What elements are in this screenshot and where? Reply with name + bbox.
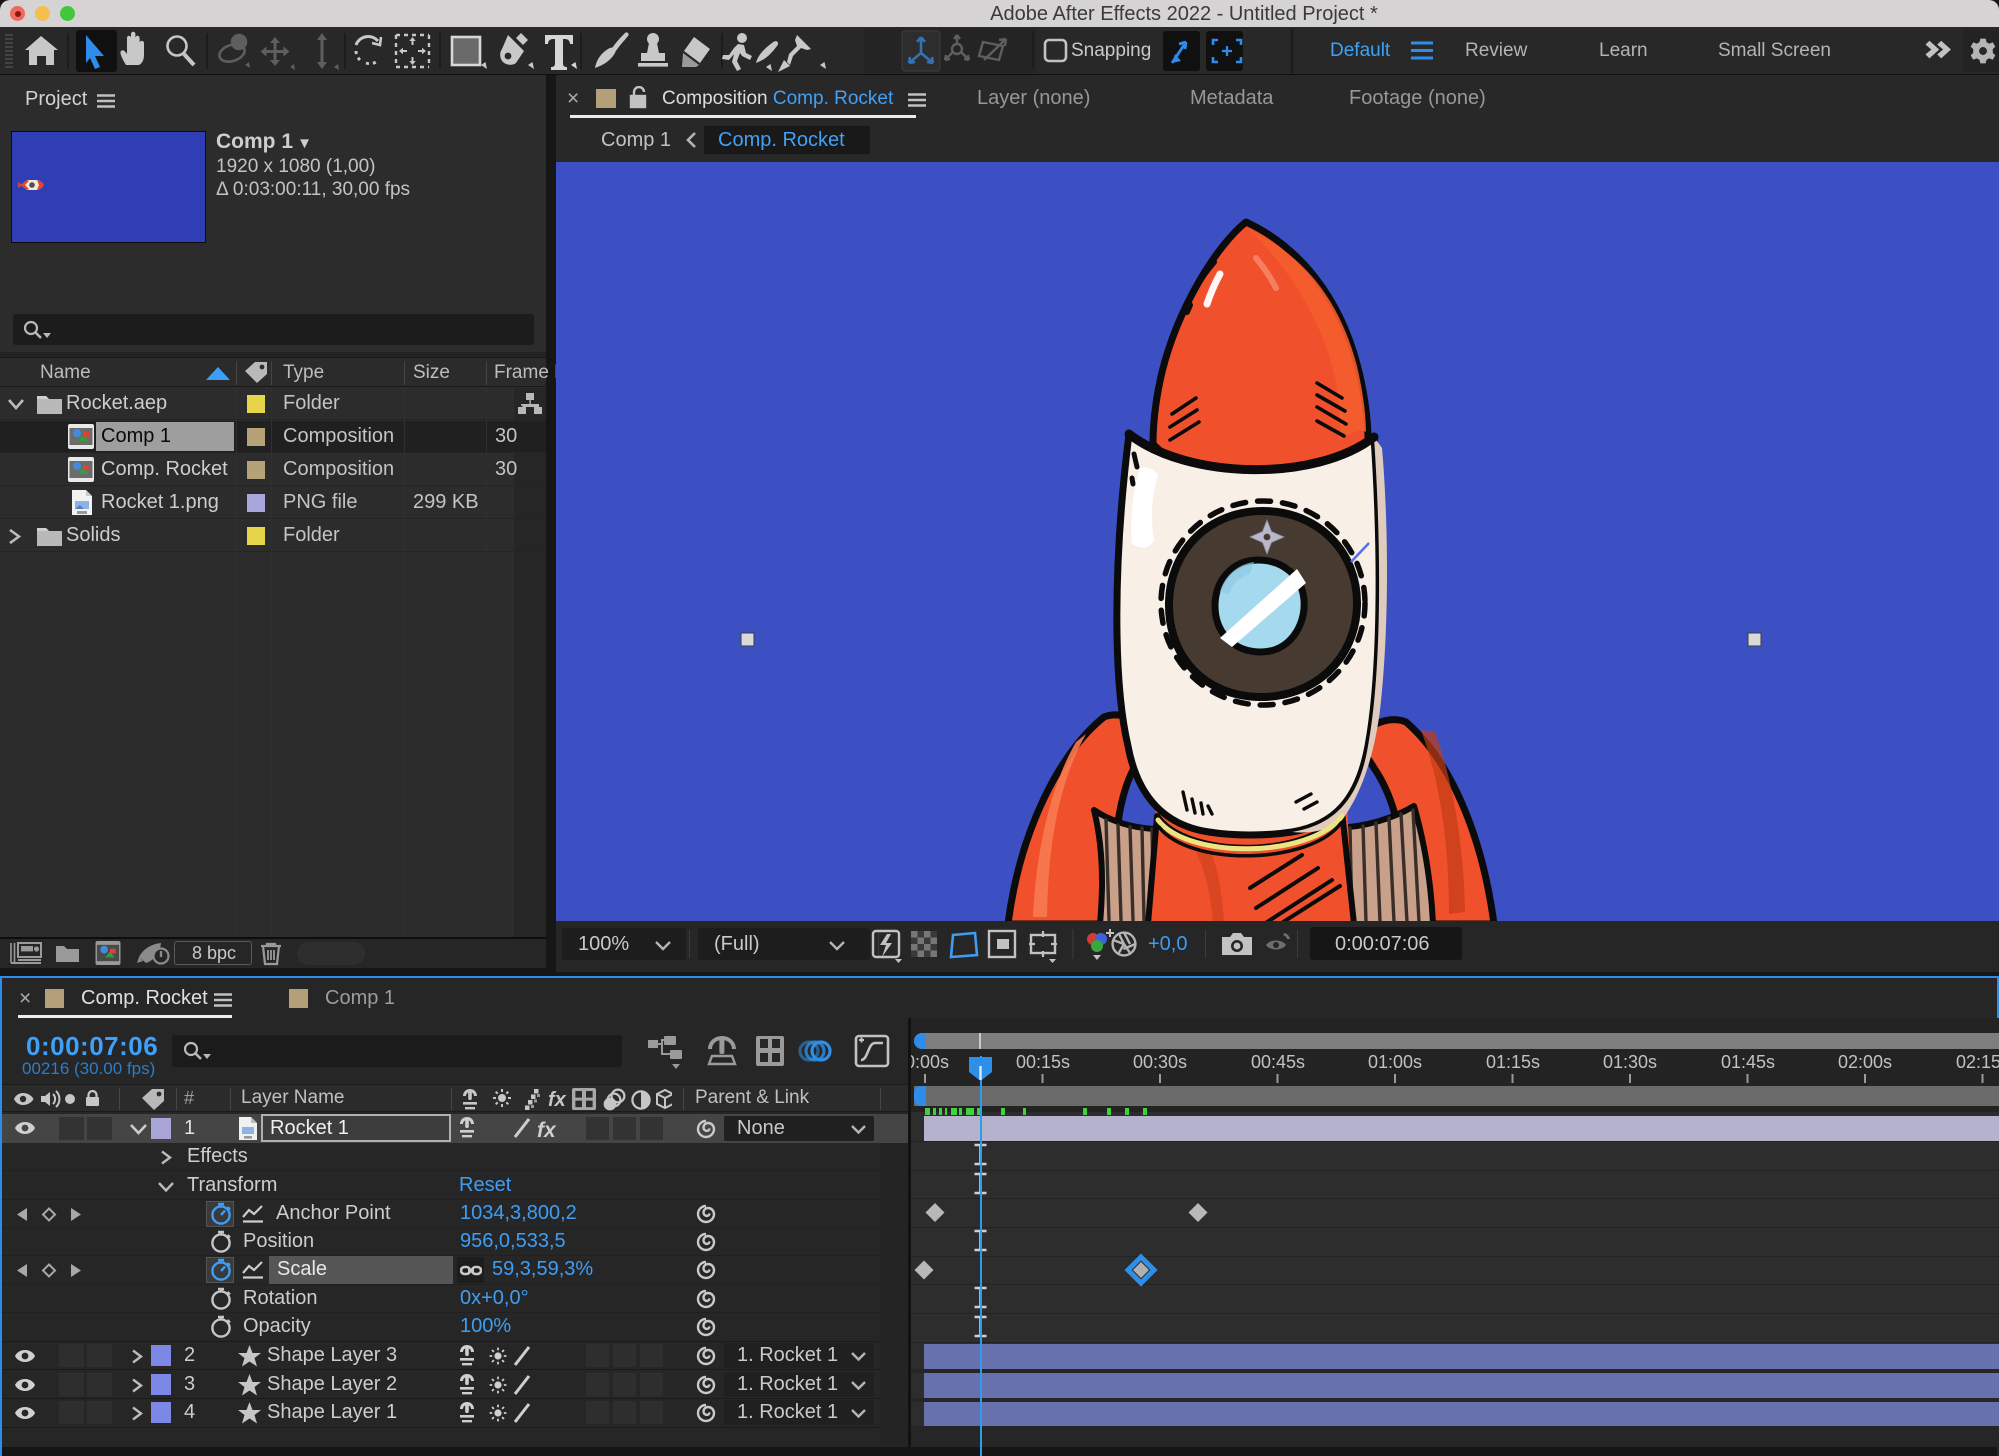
svg-text:fx: fx	[537, 1119, 557, 1141]
svg-text:fx: fx	[548, 1089, 567, 1111]
